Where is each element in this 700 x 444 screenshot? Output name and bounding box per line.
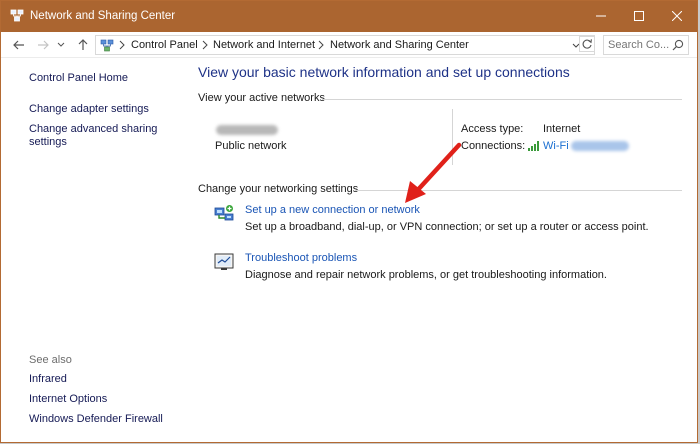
up-button[interactable] xyxy=(75,37,91,53)
troubleshoot-icon xyxy=(214,253,234,270)
window-title: Network and Sharing Center xyxy=(30,10,176,22)
wifi-ssid-redacted xyxy=(571,141,629,151)
troubleshoot-description: Diagnose and repair network problems, or… xyxy=(245,269,607,281)
breadcrumb-network-internet[interactable]: Network and Internet xyxy=(213,39,315,51)
wifi-connection-link[interactable]: Wi-Fi xyxy=(543,140,569,152)
address-bar[interactable]: Control Panel Network and Internet Netwo… xyxy=(95,35,595,55)
minimize-icon xyxy=(596,15,606,17)
setup-connection-link[interactable]: Set up a new connection or network xyxy=(245,204,420,216)
main-panel: View your basic network information and … xyxy=(189,59,697,442)
search-icon xyxy=(672,39,684,51)
active-networks-label: View your active networks xyxy=(198,92,325,104)
network-type: Public network xyxy=(215,140,287,152)
chevron-down-icon xyxy=(57,42,65,47)
control-panel-icon xyxy=(100,39,114,52)
search-input[interactable] xyxy=(608,38,670,52)
breadcrumb-separator-icon xyxy=(202,40,208,50)
sidebar-link-windows-defender-firewall[interactable]: Windows Defender Firewall xyxy=(29,413,163,426)
forward-button[interactable] xyxy=(35,37,51,53)
see-also-label: See also xyxy=(29,354,72,366)
breadcrumb-separator-icon xyxy=(119,40,125,50)
back-button[interactable] xyxy=(11,37,27,53)
title-bar: Network and Sharing Center xyxy=(1,1,697,32)
refresh-icon[interactable] xyxy=(579,36,595,52)
annotation-arrow-icon xyxy=(405,142,462,203)
connections-label: Connections: xyxy=(461,140,526,152)
search-box[interactable] xyxy=(603,35,689,55)
back-arrow-icon xyxy=(13,40,24,50)
recent-locations-button[interactable] xyxy=(56,37,66,53)
sidebar: Control Panel Home Change adapter settin… xyxy=(1,59,189,442)
network-sharing-center-window: Network and Sharing Center Control Panel… xyxy=(0,0,698,443)
up-arrow-icon xyxy=(78,39,88,50)
maximize-icon xyxy=(634,11,644,21)
access-type-value: Internet xyxy=(543,123,581,135)
sidebar-link-control-panel-home[interactable]: Control Panel Home xyxy=(29,72,128,85)
change-settings-label: Change your networking settings xyxy=(198,183,359,195)
network-name-redacted xyxy=(216,125,278,135)
sidebar-link-internet-options[interactable]: Internet Options xyxy=(29,393,107,406)
breadcrumb-separator-icon xyxy=(318,40,324,50)
troubleshoot-link[interactable]: Troubleshoot problems xyxy=(245,252,357,264)
forward-arrow-icon xyxy=(38,40,49,50)
new-connection-icon xyxy=(214,205,234,221)
access-type-label: Access type: xyxy=(461,123,524,135)
breadcrumb-control-panel[interactable]: Control Panel xyxy=(131,39,198,51)
network-app-icon xyxy=(10,9,24,22)
breadcrumb-network-sharing-center[interactable]: Network and Sharing Center xyxy=(330,39,469,51)
section-divider xyxy=(322,99,682,100)
setup-connection-description: Set up a broadband, dial-up, or VPN conn… xyxy=(245,221,649,233)
close-icon xyxy=(672,11,682,21)
page-title: View your basic network information and … xyxy=(198,64,570,80)
sidebar-link-change-adapter-settings[interactable]: Change adapter settings xyxy=(29,103,149,116)
wifi-signal-icon xyxy=(528,141,539,151)
close-button[interactable] xyxy=(654,1,697,31)
sidebar-link-infrared[interactable]: Infrared xyxy=(29,373,67,386)
sidebar-link-change-advanced-sharing[interactable]: Change advanced sharing settings xyxy=(29,123,169,149)
